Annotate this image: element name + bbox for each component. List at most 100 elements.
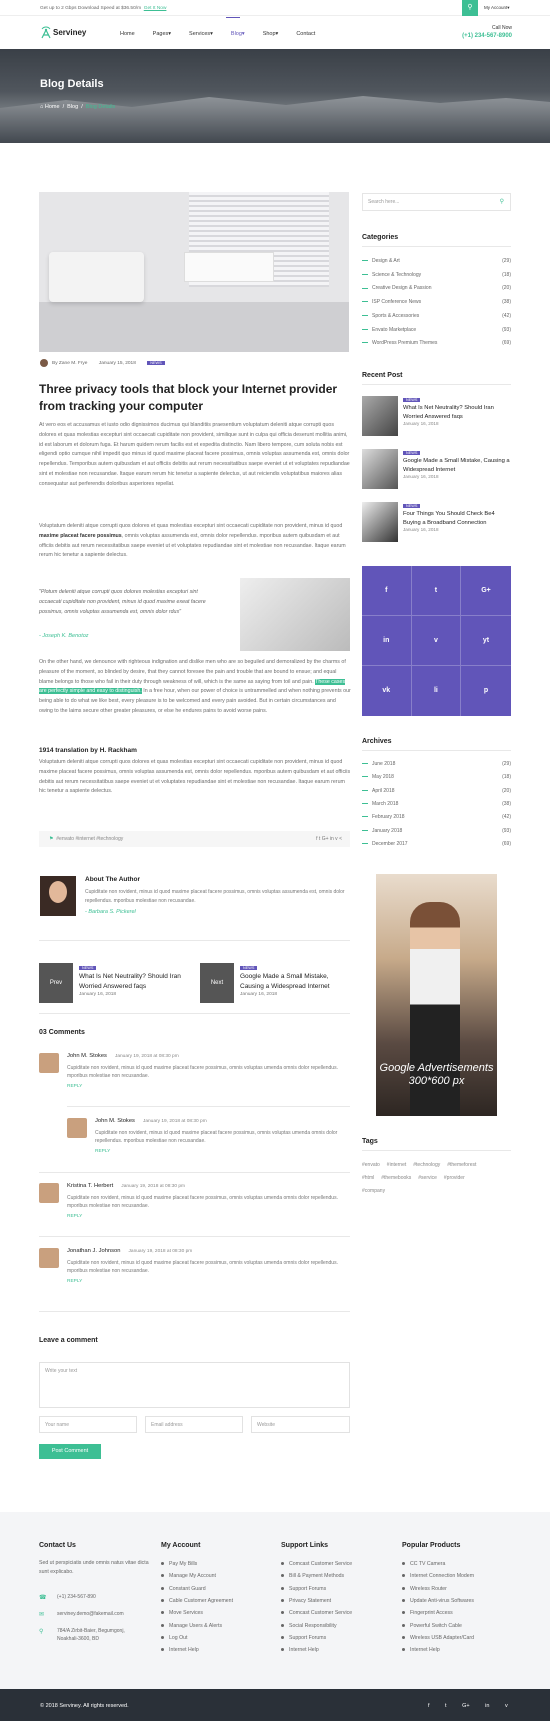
archive-label[interactable]: June 2018: [372, 761, 395, 767]
footer-link[interactable]: Internet Help: [161, 1647, 199, 1655]
footer-link[interactable]: Log Out: [161, 1635, 187, 1643]
category-label[interactable]: Envato Marketplace: [372, 327, 416, 333]
tag-link[interactable]: #internet: [387, 1162, 406, 1168]
next-post[interactable]: NEWS Google Made a Small Mistake, Causin…: [240, 964, 340, 998]
footer-link[interactable]: Support Forums: [281, 1586, 326, 1594]
archive-item[interactable]: January 2018 (93): [362, 828, 511, 836]
nav-pages[interactable]: Pages▾: [153, 30, 171, 38]
category-item[interactable]: Science & Technology (18): [362, 272, 511, 280]
comment-textarea[interactable]: Write your text: [39, 1362, 350, 1408]
footer-link[interactable]: Powerful Switch Cable: [402, 1623, 462, 1631]
reply-link[interactable]: REPLY: [67, 1213, 345, 1220]
footer-social-icons[interactable]: f t G+ in v: [428, 1702, 508, 1710]
email-input[interactable]: Email address: [145, 1416, 243, 1433]
footer-link[interactable]: Internet Connection Modem: [402, 1573, 474, 1581]
footer-link[interactable]: Manage Users & Alerts: [161, 1623, 222, 1631]
archive-item[interactable]: March 2018 (38): [362, 801, 511, 809]
pinterest-icon[interactable]: p: [461, 666, 511, 716]
footer-link[interactable]: Comcast Customer Service: [281, 1610, 352, 1618]
tag-link[interactable]: #themeforest: [447, 1162, 476, 1168]
youtube-icon[interactable]: yt: [461, 616, 511, 666]
category-label[interactable]: Design & Art: [372, 258, 400, 264]
tag-link[interactable]: #technology: [413, 1162, 440, 1168]
footer-link[interactable]: Internet Help: [281, 1647, 319, 1655]
nav-shop[interactable]: Shop▾: [263, 30, 279, 38]
archive-item[interactable]: February 2018 (42): [362, 814, 511, 822]
twitter-icon[interactable]: t: [411, 566, 462, 616]
prev-post-thumb[interactable]: Prev: [39, 963, 73, 1003]
tag-link[interactable]: #service: [418, 1175, 437, 1181]
footer-link[interactable]: Cable Customer Agreement: [161, 1598, 233, 1606]
footer-link[interactable]: Constant Guard: [161, 1586, 206, 1594]
archive-item[interactable]: April 2018 (20): [362, 788, 511, 796]
post-author[interactable]: By Zane M. Frye: [52, 361, 87, 366]
google-plus-icon[interactable]: G+: [461, 566, 511, 616]
footer-link[interactable]: Manage My Account: [161, 1573, 216, 1581]
next-post-thumb[interactable]: Next: [200, 963, 234, 1003]
category-label[interactable]: Science & Technology: [372, 272, 421, 278]
name-input[interactable]: Your name: [39, 1416, 137, 1433]
vimeo-icon[interactable]: v: [411, 616, 462, 666]
category-item[interactable]: Sports & Accessories (42): [362, 313, 511, 321]
tag-link[interactable]: #html: [362, 1175, 374, 1181]
archive-label[interactable]: December 2017: [372, 841, 408, 847]
vk-icon[interactable]: vk: [362, 666, 412, 716]
archive-label[interactable]: January 2018: [372, 828, 402, 834]
logo-icon[interactable]: [40, 26, 52, 39]
header-phone[interactable]: (+1) 234-567-8900: [440, 32, 512, 41]
category-item[interactable]: WordPress Premium Themes (69): [362, 340, 511, 348]
archive-item[interactable]: May 2018 (18): [362, 774, 511, 782]
footer-link[interactable]: Update Anti-virus Softwares: [402, 1598, 474, 1606]
search-icon[interactable]: ⚲: [462, 0, 478, 16]
category-item[interactable]: Envato Marketplace (93): [362, 327, 511, 335]
footer-link[interactable]: Bill & Payment Methods: [281, 1573, 344, 1581]
logo-text[interactable]: Serviney: [53, 27, 86, 39]
archive-item[interactable]: June 2018 (29): [362, 761, 511, 769]
reply-link[interactable]: REPLY: [67, 1278, 345, 1285]
tag-link[interactable]: #company: [362, 1188, 385, 1194]
tag-link[interactable]: #envato: [362, 1162, 380, 1168]
archive-label[interactable]: March 2018: [372, 801, 398, 807]
footer-link[interactable]: Internet Help: [402, 1647, 440, 1655]
archive-label[interactable]: February 2018: [372, 814, 405, 820]
category-item[interactable]: Creative Design & Passion (20): [362, 285, 511, 293]
post-tags[interactable]: ⚑ #envato #internet #technology: [49, 836, 123, 844]
promo-link[interactable]: Get It Now: [144, 6, 167, 11]
recent-post-item[interactable]: NEWS What Is Net Neutrality? Should Iran…: [403, 396, 511, 428]
linkedin-square-icon[interactable]: li: [412, 666, 462, 716]
recent-post-thumb[interactable]: [362, 449, 398, 489]
footer-link[interactable]: CC TV Camera: [402, 1561, 445, 1569]
breadcrumb-home[interactable]: Home: [45, 104, 60, 110]
footer-email[interactable]: ✉ serviney.demo@fakemail.com: [39, 1610, 149, 1618]
category-label[interactable]: Creative Design & Passion: [372, 285, 431, 291]
facebook-icon[interactable]: f: [362, 566, 412, 616]
footer-link[interactable]: Pay My Bills: [161, 1561, 197, 1569]
footer-link[interactable]: Wireless Router: [402, 1586, 447, 1594]
category-label[interactable]: Sports & Accessories: [372, 313, 419, 319]
nav-home[interactable]: Home: [120, 30, 135, 38]
nav-blog[interactable]: Blog▾: [231, 30, 245, 38]
breadcrumb-blog[interactable]: Blog: [67, 104, 78, 110]
footer-link[interactable]: Comcast Customer Service: [281, 1561, 352, 1569]
sidebar-search-input[interactable]: Search here... ⚲: [362, 193, 511, 211]
tag-link[interactable]: #provider: [444, 1175, 465, 1181]
footer-link[interactable]: Wireless USB Adapter/Card: [402, 1635, 474, 1643]
archive-label[interactable]: April 2018: [372, 788, 395, 794]
category-label[interactable]: WordPress Premium Themes: [372, 340, 437, 346]
recent-post-thumb[interactable]: [362, 396, 398, 436]
footer-link[interactable]: Privacy Statement: [281, 1598, 331, 1606]
footer-link[interactable]: Support Forums: [281, 1635, 326, 1643]
category-item[interactable]: ISP Conference News (38): [362, 299, 511, 307]
reply-link[interactable]: REPLY: [95, 1148, 345, 1155]
footer-link[interactable]: Move Services: [161, 1610, 203, 1618]
my-account-dropdown[interactable]: My Account▾: [484, 5, 510, 12]
archive-label[interactable]: May 2018: [372, 774, 394, 780]
reply-link[interactable]: REPLY: [67, 1083, 345, 1090]
footer-link[interactable]: Fingerprint Access: [402, 1610, 453, 1618]
recent-post-item[interactable]: NEWS Four Things You Should Check Be4 Bu…: [403, 502, 511, 534]
category-item[interactable]: Design & Art (29): [362, 258, 511, 266]
share-icons[interactable]: f t G+ in v <: [316, 836, 342, 844]
recent-post-item[interactable]: NEWS Google Made a Small Mistake, Causin…: [403, 449, 511, 481]
footer-link[interactable]: Social Responsibility: [281, 1623, 337, 1631]
tag-link[interactable]: #themebooks: [381, 1175, 411, 1181]
